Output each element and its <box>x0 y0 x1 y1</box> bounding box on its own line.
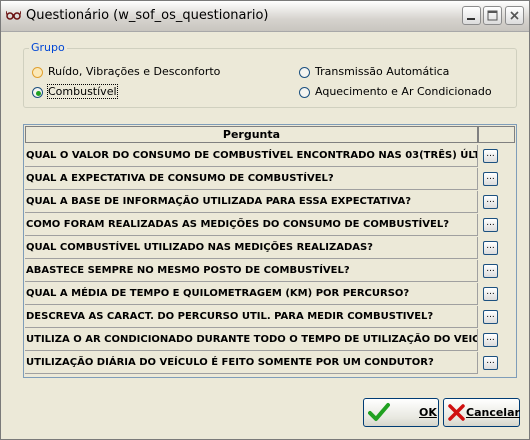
pergunta-cell[interactable]: UTILIZA O AR CONDICIONADO DURANTE TODO O… <box>25 329 478 351</box>
pergunta-cell[interactable]: ABASTECE SEMPRE NO MESMO POSTO DE COMBUS… <box>25 260 478 282</box>
pergunta-cell[interactable]: UTILIZAÇÃO DIÁRIA DO VEÍCULO É FEITO SOM… <box>25 352 478 374</box>
pergunta-cell[interactable]: DESCREVA AS CARACT. DO PERCURSO UTIL. PA… <box>25 306 478 328</box>
pergunta-cell[interactable]: QUAL A EXPECTATIVA DE CONSUMO DE COMBUST… <box>25 168 478 190</box>
column-header-button <box>478 126 515 143</box>
radio-circle-icon <box>299 67 310 78</box>
table-row[interactable]: UTILIZAÇÃO DIÁRIA DO VEÍCULO É FEITO SOM… <box>25 352 515 375</box>
table-row[interactable]: QUAL A EXPECTATIVA DE CONSUMO DE COMBUST… <box>25 168 515 191</box>
radio-selected-dot-icon <box>36 91 41 96</box>
row-detail-button[interactable]: ... <box>483 195 498 209</box>
row-detail-button[interactable]: ... <box>483 333 498 347</box>
pergunta-cell[interactable]: QUAL COMBUSTÍVEL UTILIZADO NAS MEDIÇÕES … <box>25 237 478 259</box>
row-detail-button[interactable]: ... <box>483 264 498 278</box>
row-detail-button[interactable]: ... <box>483 218 498 232</box>
row-detail-button[interactable]: ... <box>483 172 498 186</box>
table-row[interactable]: QUAL A MÉDIA DE TEMPO E QUILOMETRAGEM (K… <box>25 283 515 306</box>
row-detail-button[interactable]: ... <box>483 241 498 255</box>
close-icon <box>510 11 519 20</box>
table-row[interactable]: DESCREVA AS CARACT. DO PERCURSO UTIL. PA… <box>25 306 515 329</box>
ok-label: OK <box>419 406 437 419</box>
table-row[interactable]: QUAL O VALOR DO CONSUMO DE COMBUSTÍVEL E… <box>25 145 515 168</box>
radio-label: Ruído, Vibrações e Desconforto <box>48 65 221 78</box>
radio-circle-icon <box>32 67 43 78</box>
close-button[interactable] <box>505 6 524 25</box>
row-detail-button[interactable]: ... <box>483 149 498 163</box>
maximize-button[interactable] <box>483 6 502 25</box>
title-bar[interactable]: Questionário (w_sof_os_questionario) <box>1 1 529 32</box>
checkmark-icon <box>368 403 390 421</box>
radio-label: Aquecimento e Ar Condicionado <box>315 85 492 98</box>
cancel-x-icon <box>448 404 465 421</box>
radio-label: Combustível <box>47 84 118 99</box>
pergunta-cell[interactable]: COMO FORAM REALIZADAS AS MEDIÇÕES DO CON… <box>25 214 478 236</box>
cancel-button[interactable]: Cancelar <box>443 398 520 427</box>
window-title: Questionário (w_sof_os_questionario) <box>26 8 269 23</box>
pergunta-cell[interactable]: QUAL A MÉDIA DE TEMPO E QUILOMETRAGEM (K… <box>25 283 478 305</box>
table-row[interactable]: QUAL COMBUSTÍVEL UTILIZADO NAS MEDIÇÕES … <box>25 237 515 260</box>
pergunta-grid[interactable]: Pergunta QUAL O VALOR DO CONSUMO DE COMB… <box>23 124 517 378</box>
row-detail-button[interactable]: ... <box>483 356 498 370</box>
radio-label: Transmissão Automática <box>315 65 450 78</box>
table-row[interactable]: COMO FORAM REALIZADAS AS MEDIÇÕES DO CON… <box>25 214 515 237</box>
maximize-icon <box>487 10 498 21</box>
ok-button[interactable]: OK <box>363 398 439 427</box>
pergunta-cell[interactable]: QUAL O VALOR DO CONSUMO DE COMBUSTÍVEL E… <box>25 145 478 167</box>
app-glasses-icon <box>6 10 21 20</box>
cancel-label: Cancelar <box>466 406 520 419</box>
row-detail-button[interactable]: ... <box>483 287 498 301</box>
minimize-icon <box>467 18 475 20</box>
pergunta-cell[interactable]: QUAL A BASE DE INFORMAÇÃO UTILIZADA PARA… <box>25 191 478 213</box>
table-row[interactable]: UTILIZA O AR CONDICIONADO DURANTE TODO O… <box>25 329 515 352</box>
radio-circle-icon <box>32 87 43 98</box>
table-row[interactable]: QUAL A BASE DE INFORMAÇÃO UTILIZADA PARA… <box>25 191 515 214</box>
minimize-button[interactable] <box>462 6 481 25</box>
radio-circle-icon <box>299 87 310 98</box>
table-row[interactable]: ABASTECE SEMPRE NO MESMO POSTO DE COMBUS… <box>25 260 515 283</box>
questionario-window: Questionário (w_sof_os_questionario) Gru… <box>0 0 530 440</box>
column-header-pergunta[interactable]: Pergunta <box>25 126 478 143</box>
grupo-groupbox <box>23 48 517 108</box>
row-detail-button[interactable]: ... <box>483 310 498 324</box>
grupo-label: Grupo <box>29 41 67 54</box>
